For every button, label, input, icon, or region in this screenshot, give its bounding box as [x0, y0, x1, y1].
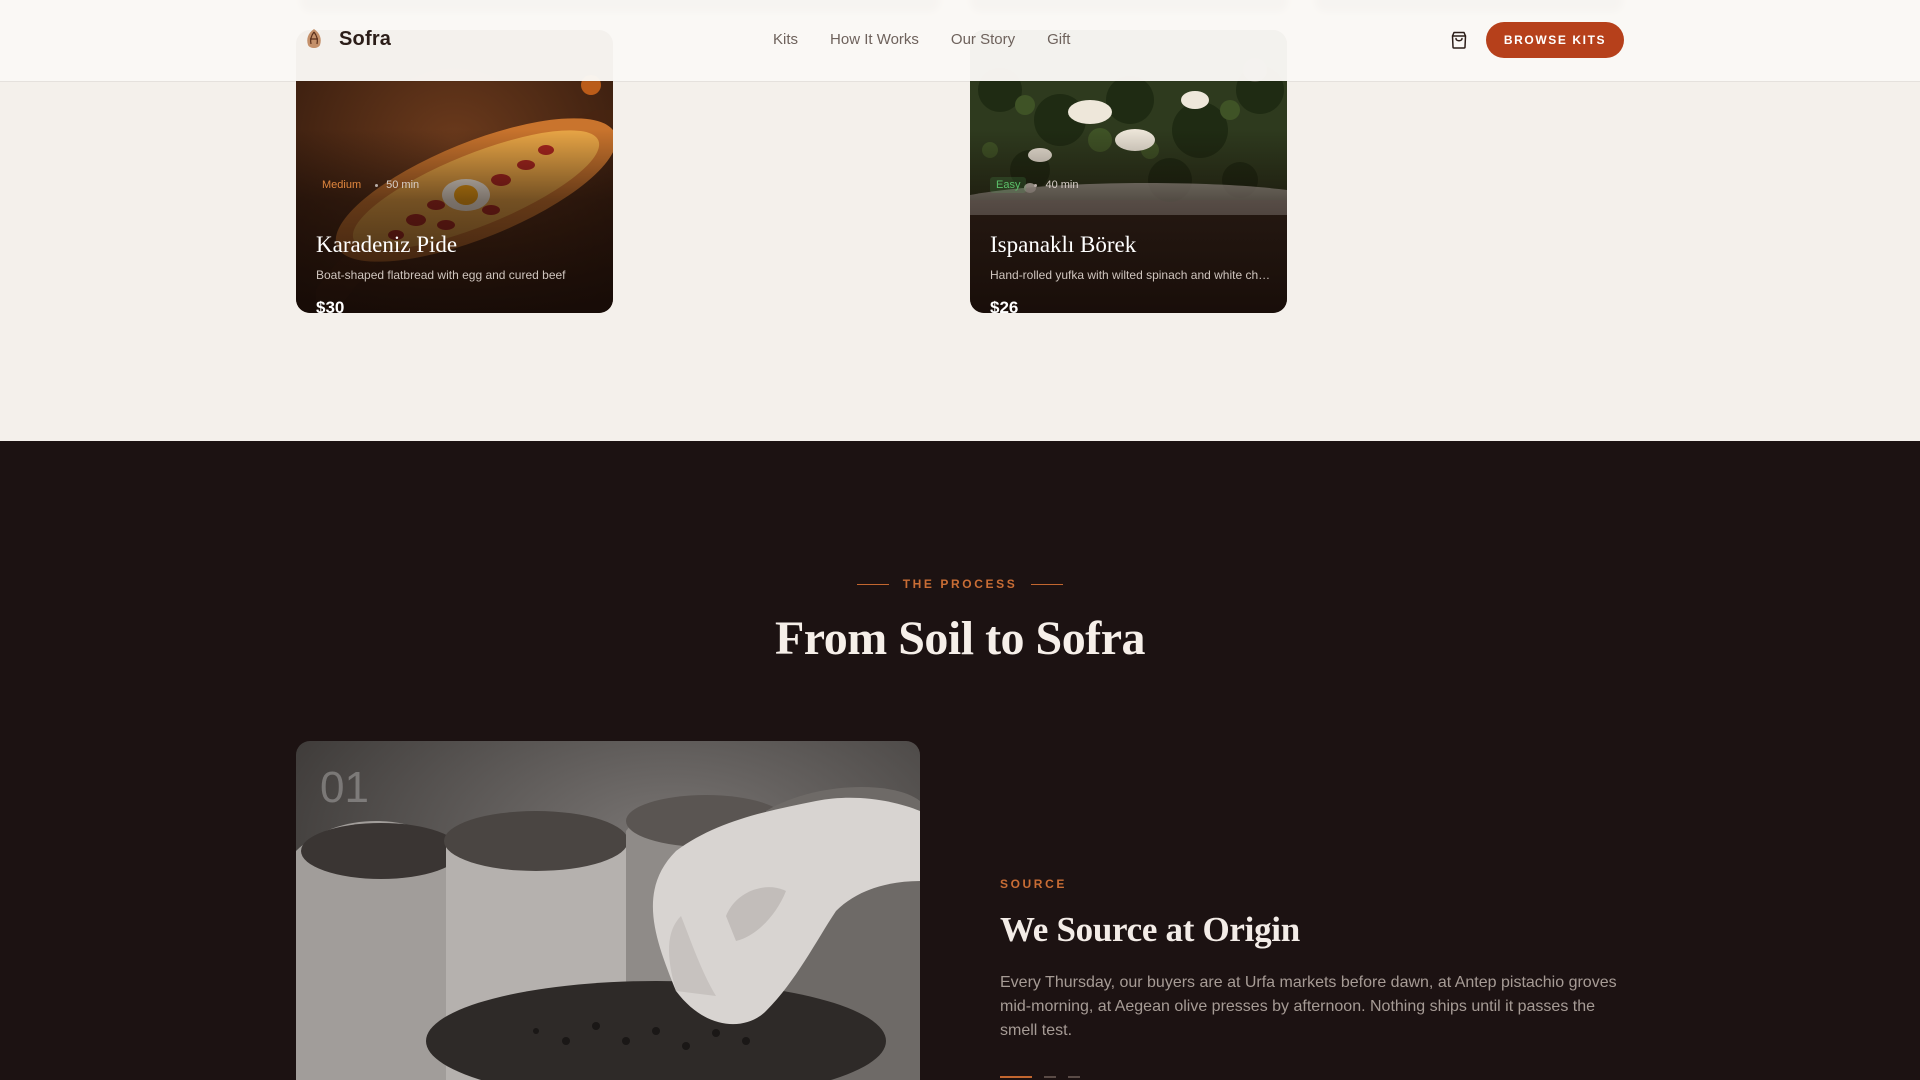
kit-title: Ispanaklı Börek	[990, 232, 1137, 257]
meta-separator	[1034, 183, 1038, 187]
difficulty-badge: Easy	[990, 177, 1027, 193]
step-number: 01	[320, 763, 369, 812]
eyebrow-rule-left	[856, 583, 889, 585]
kit-price: $26	[990, 298, 1019, 313]
cook-time: 50 min	[386, 179, 420, 191]
step-indicator[interactable]	[1044, 1076, 1056, 1078]
kit-meta: Medium 50 min	[316, 177, 419, 193]
kit-description: Hand-rolled yufka with wilted spinach an…	[990, 268, 1272, 282]
step-indicator-active[interactable]	[1000, 1076, 1032, 1078]
cook-time: 40 min	[1045, 179, 1079, 191]
meta-separator	[375, 183, 379, 187]
browse-kits-button[interactable]: BROWSE KITS	[1486, 22, 1624, 58]
section-eyebrow: THE PROCESS	[0, 577, 1920, 591]
nav-link-our-story[interactable]: Our Story	[951, 31, 1015, 48]
kit-meta: Easy 40 min	[990, 177, 1079, 193]
brand-name: Sofra	[339, 27, 392, 50]
difficulty-badge: Medium	[322, 179, 362, 191]
step-description: Every Thursday, our buyers are at Urfa m…	[1000, 974, 1617, 1039]
site-header: Sofra Kits How It Works Our Story Gift B…	[0, 0, 1920, 81]
process-section: THE PROCESS From Soil to Sofra 01 SOURCE…	[0, 441, 1920, 1080]
nav-link-how-it-works[interactable]: How It Works	[830, 31, 919, 48]
step-label: SOURCE	[1000, 877, 1067, 891]
step-image: 01	[296, 741, 920, 1080]
spice-sacks-photo	[296, 741, 920, 1080]
nav-link-kits[interactable]: Kits	[773, 31, 798, 48]
eyebrow-text: THE PROCESS	[902, 577, 1018, 591]
kit-title: Karadeniz Pide	[316, 232, 458, 257]
cart-icon[interactable]	[1449, 30, 1469, 50]
section-title: From Soil to Sofra	[774, 612, 1146, 665]
step-title: We Source at Origin	[1000, 910, 1300, 949]
step-progress	[1000, 1076, 1080, 1078]
nav-link-gift[interactable]: Gift	[1047, 31, 1070, 48]
step-indicator[interactable]	[1068, 1076, 1080, 1078]
brand-icon	[307, 29, 321, 48]
brand-logo[interactable]: Sofra	[303, 27, 391, 51]
eyebrow-rule-right	[1031, 583, 1064, 585]
main-nav: Kits How It Works Our Story Gift	[773, 31, 1070, 48]
kit-price: $30	[316, 298, 345, 313]
kit-description: Boat-shaped flatbread with egg and cured…	[316, 268, 566, 282]
